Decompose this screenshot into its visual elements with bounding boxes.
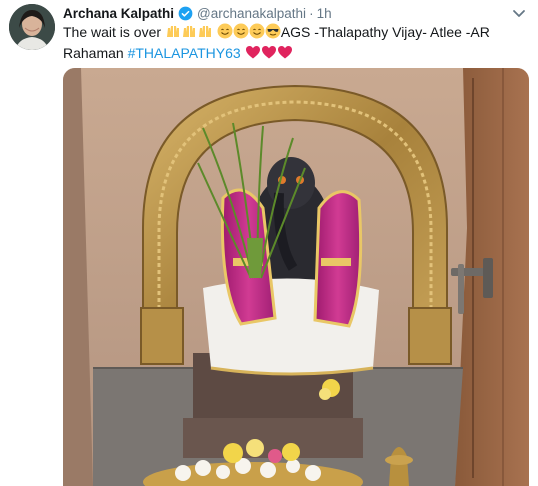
smiling-face-icon [249, 23, 265, 44]
raising-hands-icon [181, 23, 197, 44]
timestamp[interactable]: 1h [317, 6, 332, 21]
red-heart-icon [277, 44, 293, 65]
tweet[interactable]: Archana Kalpathi @archanakalpathi · 1h T… [0, 0, 538, 486]
smiling-face-icon [233, 23, 249, 44]
author-handle[interactable]: @archanakalpathi [197, 6, 306, 21]
chevron-down-icon[interactable] [512, 7, 526, 19]
avatar[interactable] [9, 4, 55, 50]
tweet-media-photo[interactable] [63, 68, 529, 486]
smiling-face-icon [217, 23, 233, 44]
red-heart-icon [261, 44, 277, 65]
sunglasses-face-icon [265, 23, 281, 44]
tweet-text-part: The wait is over [63, 24, 162, 40]
hashtag-link[interactable]: #THALAPATHY63 [128, 45, 241, 61]
red-heart-icon [245, 44, 261, 65]
tweet-text: The wait is over AGS -Thalapathy Vijay- … [63, 23, 525, 65]
raising-hands-icon [165, 23, 181, 44]
raising-hands-icon [197, 23, 213, 44]
separator-dot: · [309, 5, 314, 21]
author-name[interactable]: Archana Kalpathi [63, 6, 174, 21]
verified-badge-icon [178, 6, 193, 21]
tweet-header: Archana Kalpathi @archanakalpathi · 1h [63, 4, 332, 22]
